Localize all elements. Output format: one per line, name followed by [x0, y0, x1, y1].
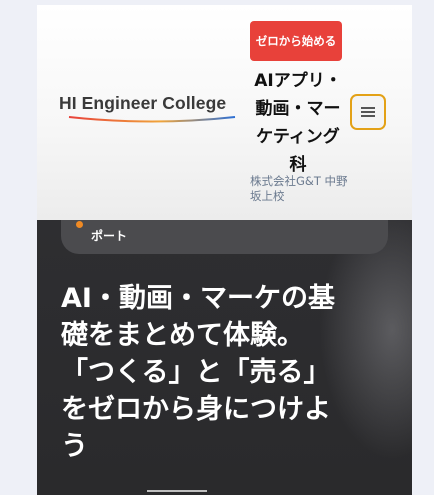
- hero-heading-line: 「つくる」と「売る」: [61, 357, 331, 388]
- site-header: HI Engineer College ゼロから始める AIアプリ・動画・マーケ…: [37, 5, 412, 220]
- site-logo[interactable]: HI Engineer College: [59, 93, 241, 133]
- hero-heading-line: う: [61, 431, 88, 462]
- hero-heading-line: AI・動画・マーケの基: [61, 283, 335, 314]
- tag-dot-icon: [76, 221, 83, 228]
- logo-swoosh-icon: [68, 116, 236, 123]
- hamburger-icon: [361, 107, 375, 117]
- hero-tag-label: ポート: [91, 229, 128, 243]
- logo-text: HI Engineer College: [59, 93, 227, 113]
- hero-bottom-divider: [147, 490, 207, 492]
- menu-button[interactable]: [350, 94, 386, 130]
- hero-heading-line: をゼロから身につけよ: [61, 394, 331, 425]
- hero-heading: AI・動画・マーケの基 礎をまとめて体験。 「つくる」と「売る」 をゼロから身に…: [61, 280, 381, 465]
- course-title: AIアプリ・動画・マーケティング科: [254, 71, 342, 175]
- school-name: 株式会社G&T 中野坂上校: [250, 174, 348, 203]
- cta-badge[interactable]: ゼロから始める: [250, 21, 342, 61]
- mobile-viewport: HI Engineer College ゼロから始める AIアプリ・動画・マーケ…: [37, 5, 412, 495]
- hero-heading-line: 礎をまとめて体験。: [61, 320, 304, 351]
